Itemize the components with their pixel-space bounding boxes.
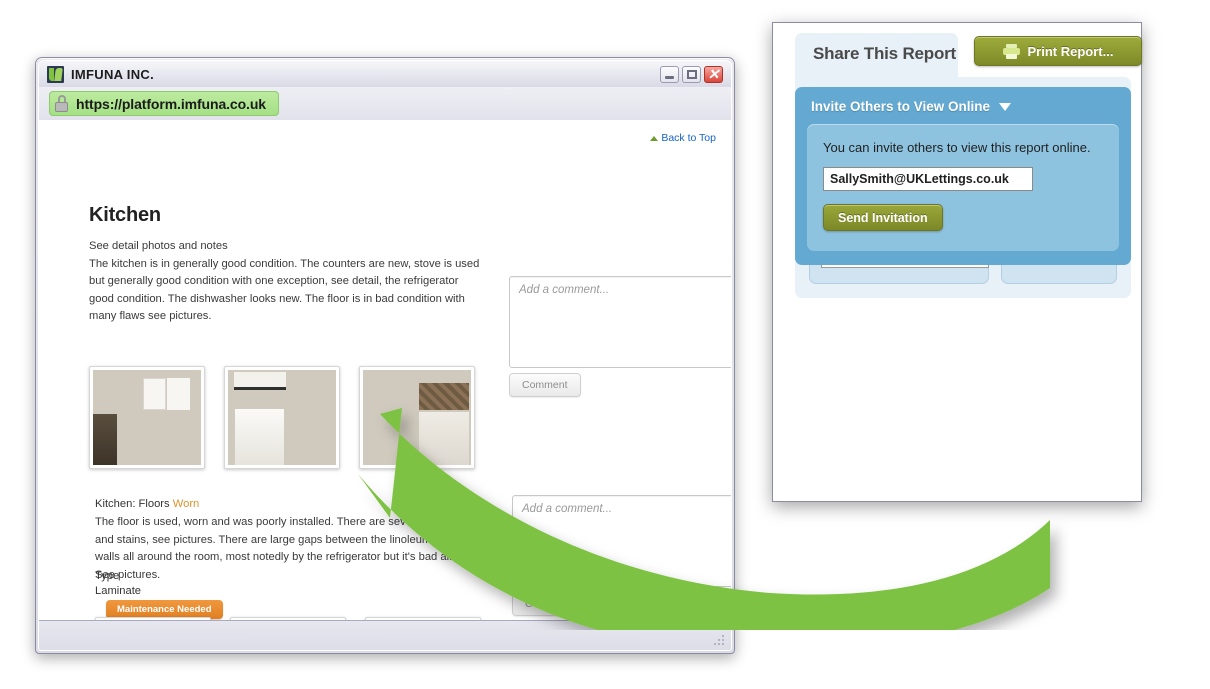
back-to-top-link[interactable]: Back to Top [650,132,716,144]
url-text: https://platform.imfuna.co.uk [76,95,266,112]
tab-share-label: Share This Report [813,44,957,63]
kitchen-summary: See detail photos and notes The kitchen … [89,238,484,326]
lock-icon [54,95,69,112]
invite-others-header[interactable]: Invite Others to View Online [807,97,1119,124]
back-to-top-label: Back to Top [661,132,716,144]
page-title: Kitchen [89,204,161,226]
comment-input-2[interactable]: Add a comment... [512,495,731,587]
minimize-button[interactable] [660,66,679,83]
window-resize-grip-icon[interactable] [713,634,724,645]
close-button[interactable]: ✕ [704,66,723,83]
maximize-button[interactable] [682,66,701,83]
kitchen-photo-row [89,366,475,469]
kitchen-summary-subtitle: See detail photos and notes [89,240,228,252]
invite-message: You can invite others to view this repor… [823,140,1091,155]
chevron-down-icon-invite[interactable] [999,102,1012,111]
type-label: Type [95,570,120,582]
kitchen-summary-body: The kitchen is in generally good conditi… [89,257,480,323]
floors-detail-body: The floor is used, worn and was poorly i… [95,516,479,581]
type-value: Laminate [95,585,142,597]
tab-share-this-report[interactable]: Share This Report [795,33,958,77]
print-report-label: Print Report... [1027,43,1114,59]
close-icon: ✕ [707,66,720,82]
send-invitation-button[interactable]: Send Invitation [823,204,943,231]
comment-placeholder-2: Add a comment... [522,503,613,515]
browser-titlebar[interactable]: IMFUNA INC. ✕ [39,61,731,87]
comment-placeholder-1: Add a comment... [519,284,610,296]
invite-others-section: Invite Others to View Online You can inv… [795,87,1131,265]
share-panel-header: Share This Report Print Report... [783,33,1142,77]
printer-icon [1002,43,1020,59]
screenshot-stage: IMFUNA INC. ✕ https://platform.imfuna.co… [0,0,1210,689]
invite-others-title: Invite Others to View Online [811,99,991,114]
browser-window: IMFUNA INC. ✕ https://platform.imfuna.co… [35,57,735,654]
floors-status-label: Worn [172,498,200,510]
comment-input-1[interactable]: Add a comment... [509,276,731,368]
comment-button-1[interactable]: Comment [509,373,581,397]
kitchen-photo-2[interactable] [224,366,340,469]
floors-detail-heading: Kitchen: Floors Worn [95,498,199,510]
invite-email-value: SallySmith@UKLettings.co.uk [830,172,1009,186]
print-report-button[interactable]: Print Report... [974,36,1142,66]
window-controls: ✕ [660,66,723,83]
report-content: Back to Top Kitchen See detail photos an… [39,120,731,621]
page-viewport: Back to Top Kitchen See detail photos an… [39,120,731,621]
browser-statusbar [39,620,731,650]
share-report-panel: Share This Report Print Report... A Stan… [772,22,1142,502]
invite-email-input[interactable]: SallySmith@UKLettings.co.uk [823,167,1033,191]
brand-title: IMFUNA INC. [71,66,154,82]
floors-detail-title: Kitchen: Floors [95,498,170,510]
kitchen-photo-1[interactable] [89,366,205,469]
browser-urlbar-row: https://platform.imfuna.co.uk [39,87,731,121]
imfuna-logo-icon [47,65,64,83]
kitchen-photo-3[interactable] [359,366,475,469]
up-caret-icon [650,135,659,141]
share-panel-inner: Share This Report Print Report... A Stan… [783,33,1142,491]
address-bar[interactable]: https://platform.imfuna.co.uk [49,91,279,116]
send-invitation-label: Send Invitation [838,210,928,225]
invite-others-body: You can invite others to view this repor… [807,124,1119,251]
comment-button-2[interactable]: Comment [512,592,584,616]
